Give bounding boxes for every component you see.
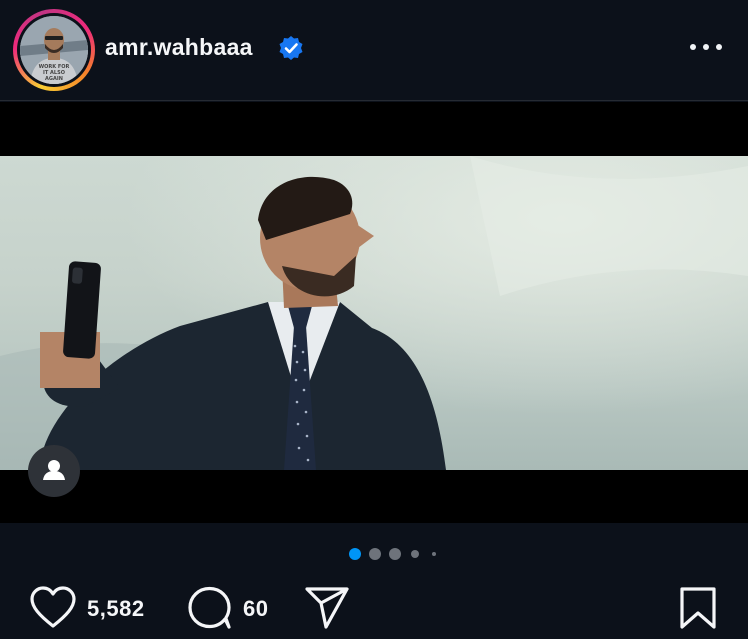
verified-badge-icon	[279, 36, 303, 60]
story-ring[interactable]: WORK FOR IT ALSO AGAIN	[13, 9, 95, 91]
heart-icon[interactable]	[29, 586, 77, 630]
send-icon[interactable]	[304, 586, 350, 630]
bookmark-icon[interactable]	[678, 586, 718, 630]
comment-bubble-icon[interactable]	[187, 586, 233, 630]
more-options-icon[interactable]	[686, 36, 726, 58]
carousel-dot[interactable]	[389, 548, 401, 560]
carousel-dot-active[interactable]	[349, 548, 361, 560]
post-header: WORK FOR IT ALSO AGAIN amr.wahbaaa	[0, 0, 748, 101]
like-count[interactable]: 5,582	[87, 596, 145, 622]
comment-count[interactable]: 60	[243, 596, 268, 622]
carousel-dot[interactable]	[369, 548, 381, 560]
username[interactable]: amr.wahbaaa	[105, 34, 253, 61]
avatar-image: WORK FOR IT ALSO AGAIN	[20, 16, 88, 84]
action-bar: 5,582 60	[0, 584, 748, 639]
carousel-dot[interactable]	[411, 550, 419, 558]
svg-text:AGAIN: AGAIN	[45, 76, 63, 82]
photo-illustration	[0, 156, 748, 470]
post-photo	[0, 156, 748, 470]
avatar[interactable]: WORK FOR IT ALSO AGAIN	[20, 16, 88, 84]
post-media[interactable]	[0, 102, 748, 523]
carousel-dot[interactable]	[432, 552, 436, 556]
carousel-indicator	[0, 524, 748, 584]
user-tag-icon[interactable]	[28, 445, 80, 497]
